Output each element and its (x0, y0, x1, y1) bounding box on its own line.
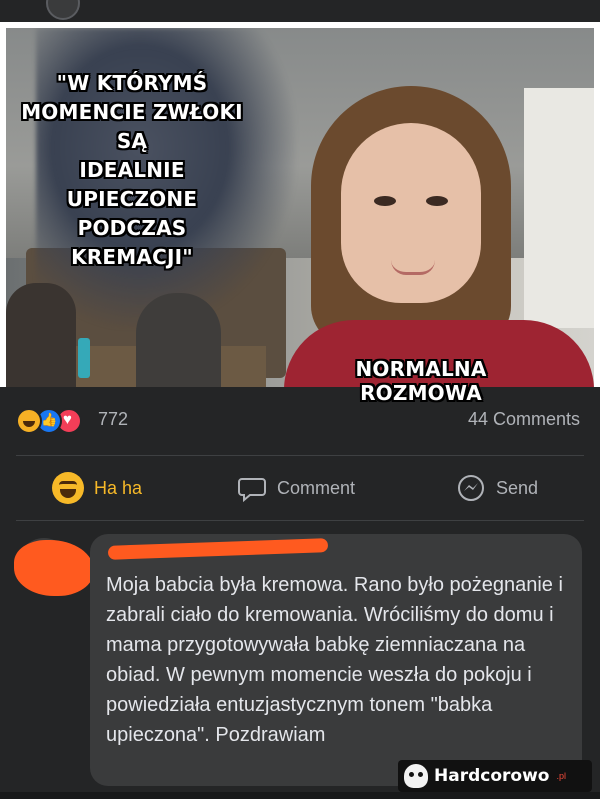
watermark: Hardcorowo .pl (398, 760, 592, 792)
caption-line: "W KTÓRYMŚ (56, 71, 208, 95)
water-bottle (78, 338, 90, 378)
haha-icon[interactable] (16, 408, 42, 434)
action-bar: Ha ha Comment Send (0, 462, 600, 514)
top-bar (0, 0, 600, 22)
meme-caption-top: "W KTÓRYMŚ MOMENCIE ZWŁOKI SĄ IDEALNIE U… (14, 69, 250, 272)
haha-button[interactable]: Ha ha (52, 462, 142, 514)
watermark-text: Hardcorowo (434, 766, 550, 786)
comment-text: Moja babcia była kremowa. Rano było poże… (106, 574, 563, 746)
haha-label: Ha ha (94, 477, 143, 498)
comments-count[interactable]: 44 Comments (468, 409, 580, 430)
meme-caption-bottom: NORMALNA ROZMOWA (355, 357, 487, 405)
bottom-strip (0, 792, 600, 799)
post-image[interactable]: "W KTÓRYMŚ MOMENCIE ZWŁOKI SĄ IDEALNIE U… (0, 22, 600, 405)
student (6, 283, 76, 387)
watermark-suffix: .pl (556, 771, 566, 781)
girl-eye (426, 196, 448, 206)
comment-label: Comment (277, 477, 356, 498)
caption-line: MOMENCIE ZWŁOKI SĄ (21, 100, 243, 153)
student (136, 293, 221, 387)
comment-bubble[interactable]: Moja babcia była kremowa. Rano było poże… (90, 534, 582, 786)
comment-button[interactable]: Comment (237, 462, 355, 514)
send-label: Send (496, 477, 539, 498)
divider (16, 520, 584, 521)
window (524, 88, 594, 328)
avatar[interactable] (46, 0, 80, 20)
reactions-bar: 772 44 Comments (0, 400, 600, 440)
girl-face (341, 123, 481, 303)
divider (16, 455, 584, 456)
caption-line: PODCZAS KREMACJI" (71, 216, 193, 269)
redaction-scribble (14, 540, 94, 596)
haha-icon (52, 472, 84, 504)
comment-icon (238, 478, 266, 503)
redacted-commenter-name (107, 538, 329, 560)
caption-line: IDEALNIE UPIECZONE (66, 158, 198, 211)
reaction-count[interactable]: 772 (98, 409, 128, 430)
girl-eye (374, 196, 396, 206)
send-button[interactable]: Send (456, 462, 538, 514)
messenger-icon (458, 475, 484, 501)
skull-icon (404, 764, 428, 788)
